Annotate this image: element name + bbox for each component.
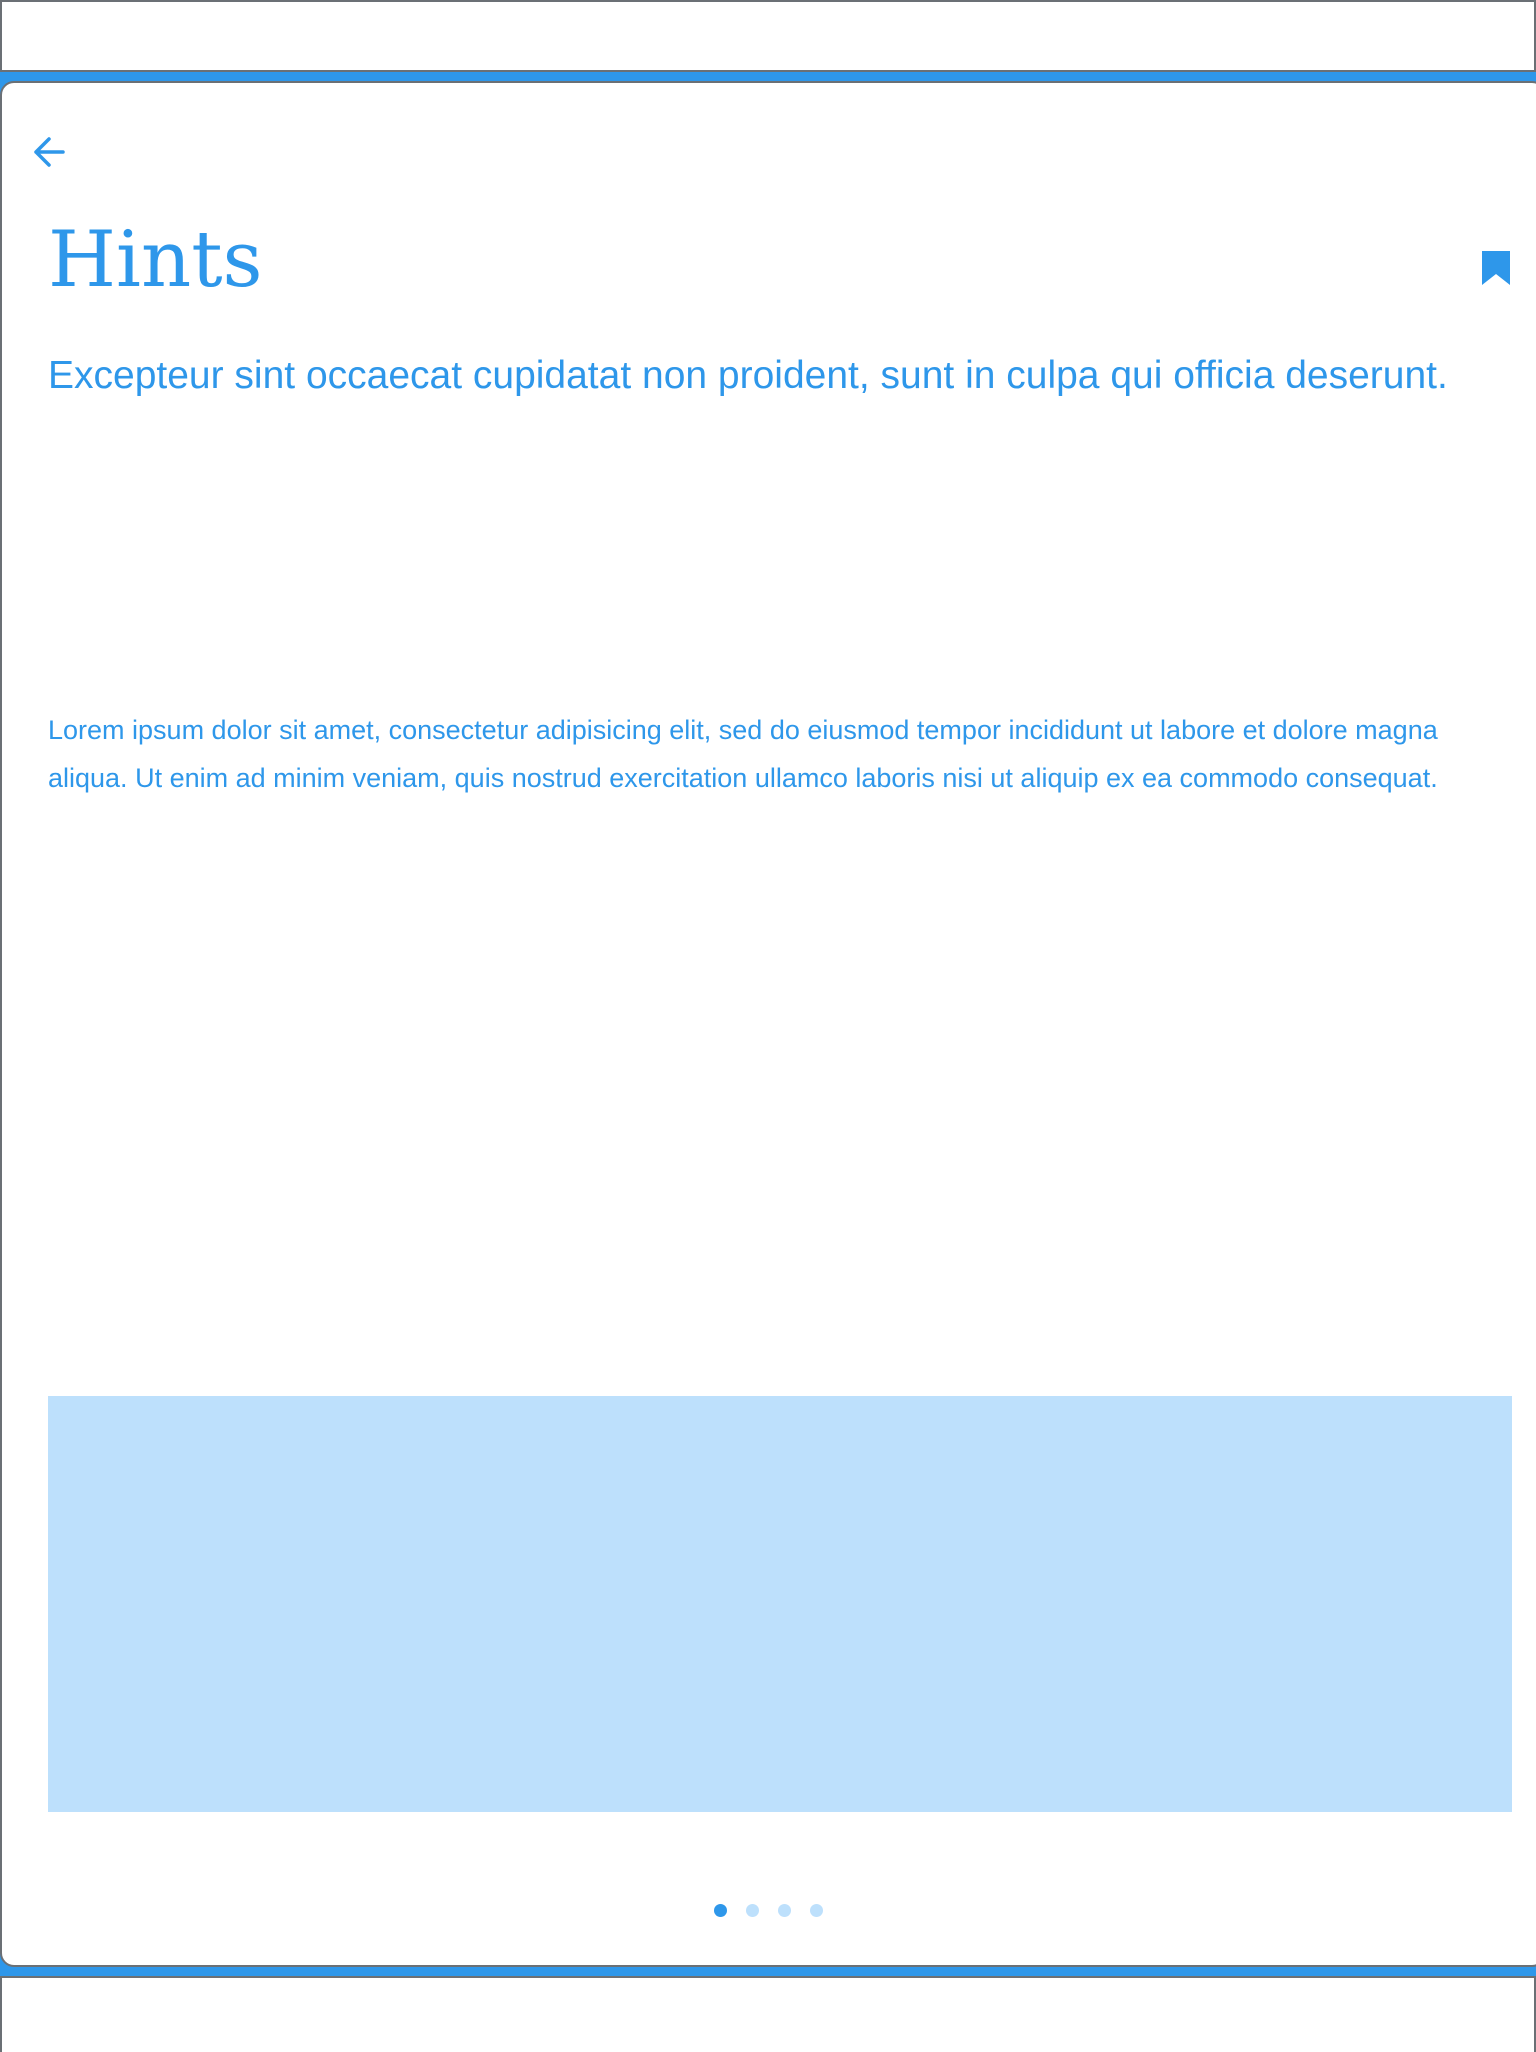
bookmark-button[interactable] xyxy=(1478,248,1514,288)
pagination-dot[interactable] xyxy=(713,1904,727,1917)
page-title: Hints xyxy=(48,215,263,305)
bookmark-icon xyxy=(1482,251,1510,285)
pagination-dot[interactable] xyxy=(777,1904,791,1917)
arrow-left-icon xyxy=(34,137,65,167)
top-bar xyxy=(0,0,1536,72)
body-text: Lorem ipsum dolor sit amet, consectetur … xyxy=(48,715,1438,793)
back-button[interactable] xyxy=(26,128,70,176)
media-placeholder xyxy=(48,1396,1512,1812)
pagination-dot[interactable] xyxy=(745,1904,759,1917)
subtitle: Excepteur sint occaecat cupidatat non pr… xyxy=(48,354,1448,397)
bottom-bar xyxy=(0,1976,1536,2052)
pagination-dot[interactable] xyxy=(809,1904,823,1917)
pagination-dots xyxy=(0,1904,1536,1917)
